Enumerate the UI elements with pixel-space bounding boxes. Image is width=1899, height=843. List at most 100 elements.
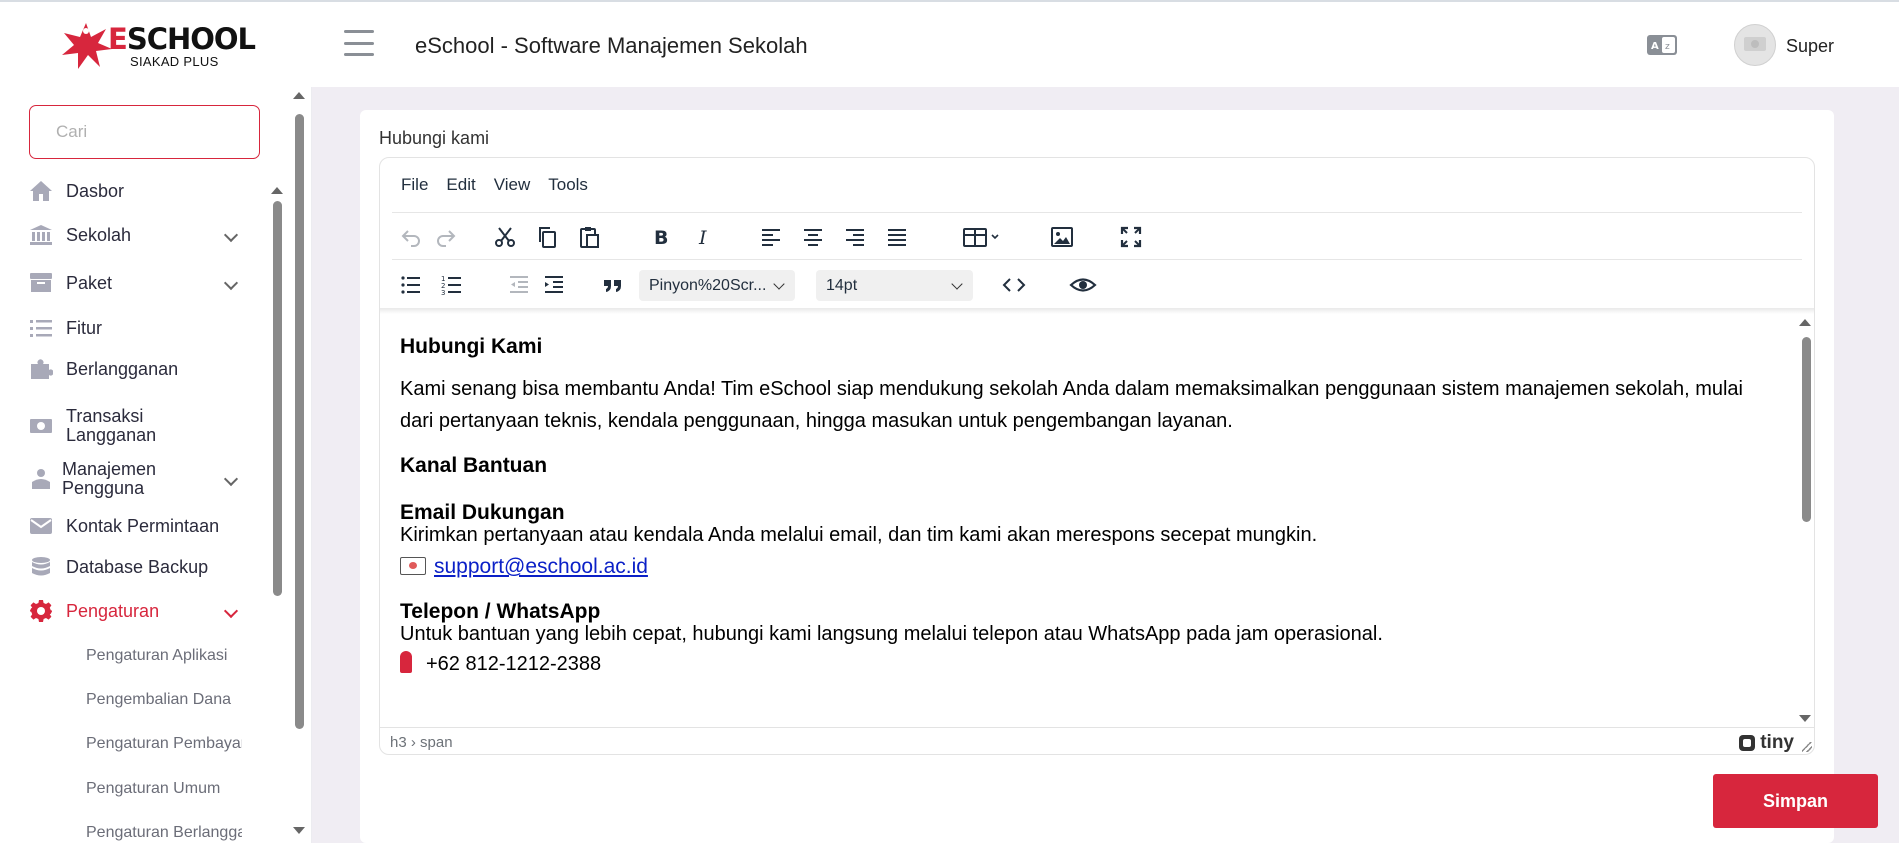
sidebar-menu-scrollbar[interactable] — [270, 187, 284, 707]
sidebar-subitem-pengaturan-umum[interactable]: Pengaturan Umum — [86, 780, 242, 798]
cut-icon[interactable] — [488, 222, 522, 252]
sidebar-item-label: Kontak Permintaan — [66, 515, 220, 536]
indent-icon[interactable] — [537, 270, 571, 300]
sidebar-item-paket[interactable]: Paket — [28, 271, 248, 295]
avatar[interactable] — [1734, 24, 1776, 66]
main-content: Hubungi kami File Edit View Tools B I 1 … — [312, 87, 1899, 843]
sidebar-item-label: Fitur — [66, 317, 102, 338]
content-email-line: support@eschool.ac.id — [400, 551, 1780, 583]
table-icon[interactable] — [958, 222, 1006, 252]
hamburger-menu-icon[interactable] — [344, 30, 374, 56]
sidebar-item-label: Database Backup — [66, 556, 209, 577]
sidebar-item-sekolah[interactable]: Sekolah — [28, 223, 248, 247]
content-heading-channels: Kanal Bantuan — [400, 454, 548, 477]
menu-edit[interactable]: Edit — [437, 175, 484, 195]
align-center-icon[interactable] — [796, 222, 830, 252]
sidebar-item-pengaturan[interactable]: Pengaturan — [28, 599, 248, 623]
tiny-logo[interactable]: tiny — [1739, 732, 1794, 754]
bullet-list-icon[interactable] — [394, 270, 428, 300]
fullscreen-icon[interactable] — [1114, 222, 1148, 252]
editor-menubar: File Edit View Tools — [392, 158, 1802, 213]
redo-icon[interactable] — [429, 222, 463, 252]
home-icon — [28, 179, 54, 203]
content-intro: Kami senang bisa membantu Anda! Tim eSch… — [400, 378, 1743, 432]
sidebar-scrollbar[interactable] — [292, 92, 306, 837]
sidebar-item-kontak-permintaan[interactable]: Kontak Permintaan — [28, 514, 248, 538]
sidebar-item-database-backup[interactable]: Database Backup — [28, 555, 248, 579]
menu-file[interactable]: File — [392, 175, 437, 195]
language-icon[interactable]: A z — [1646, 34, 1678, 56]
header: ESCHOOL SIAKAD PLUS eSchool - Software M… — [0, 2, 1899, 87]
sidebar-item-label: Manajemen Pengguna — [62, 459, 157, 498]
archive-icon — [28, 271, 54, 295]
support-email-link[interactable]: support@eschool.ac.id — [434, 555, 648, 578]
scrollbar-thumb[interactable] — [1802, 337, 1811, 522]
app-title: eSchool - Software Manajemen Sekolah — [415, 33, 808, 58]
chevron-down-icon — [773, 278, 785, 290]
scroll-down-arrow-icon[interactable] — [1799, 715, 1811, 722]
copy-icon[interactable] — [530, 222, 564, 252]
sidebar-item-transaksi-langganan[interactable]: Transaksi Langganan — [28, 407, 248, 445]
sidebar-item-label: Berlangganan — [66, 358, 179, 379]
sidebar-item-label: Sekolah — [66, 224, 132, 245]
rich-text-editor: File Edit View Tools B I 1 2 3 Pinyon%20… — [379, 157, 1815, 755]
sidebar-subitem-pengembalian-dana[interactable]: Pengembalian Dana — [86, 691, 242, 709]
font-family-select[interactable]: Pinyon%20Scr... — [639, 270, 795, 301]
bold-icon[interactable]: B — [644, 222, 678, 252]
italic-icon[interactable]: I — [686, 222, 720, 252]
editor-toolbar-row-1: B I — [392, 213, 1802, 260]
menu-tools[interactable]: Tools — [539, 175, 597, 195]
scroll-up-arrow-icon[interactable] — [271, 187, 283, 194]
resize-handle-icon[interactable] — [1802, 742, 1812, 752]
envelope-icon — [28, 514, 54, 538]
menu-view[interactable]: View — [485, 175, 540, 195]
editor-statusbar: h3 › span tiny — [380, 727, 1814, 754]
paste-icon[interactable] — [572, 222, 606, 252]
content-email-desc: Kirimkan pertanyaan atau kendala Anda me… — [400, 524, 1318, 546]
chevron-down-icon — [951, 278, 963, 290]
sidebar-subitem-pengaturan-pembayaran[interactable]: Pengaturan Pembayaran — [86, 735, 242, 753]
source-code-icon[interactable] — [997, 270, 1031, 300]
logo-mark-icon — [62, 23, 112, 69]
preview-eye-icon[interactable] — [1066, 270, 1100, 300]
sidebar-item-berlangganan[interactable]: Berlangganan — [28, 357, 248, 381]
element-path[interactable]: h3 › span — [390, 734, 453, 751]
svg-text:3: 3 — [441, 289, 445, 297]
font-size-select[interactable]: 14pt — [816, 270, 973, 301]
scrollbar-thumb[interactable] — [273, 201, 282, 596]
blockquote-icon[interactable] — [596, 270, 630, 300]
sidebar-item-manajemen-pengguna[interactable]: Manajemen Pengguna — [28, 460, 248, 498]
align-left-icon[interactable] — [754, 222, 788, 252]
save-button[interactable]: Simpan — [1713, 774, 1878, 828]
search-input[interactable] — [29, 105, 260, 159]
sidebar-item-label: Dasbor — [66, 180, 125, 201]
scroll-down-arrow-icon[interactable] — [293, 827, 305, 834]
editor-scrollbar[interactable] — [1798, 315, 1814, 727]
logo[interactable]: ESCHOOL SIAKAD PLUS — [58, 20, 258, 72]
sidebar-item-fitur[interactable]: Fitur — [28, 316, 248, 340]
numbered-list-icon[interactable]: 123 — [435, 270, 469, 300]
gear-icon — [28, 599, 54, 623]
undo-icon[interactable] — [394, 222, 428, 252]
svg-text:z: z — [1665, 42, 1670, 52]
editor-content[interactable]: Hubungi Kami Kami senang bisa membantu A… — [380, 315, 1795, 727]
list-icon — [28, 316, 54, 340]
align-right-icon[interactable] — [838, 222, 872, 252]
scroll-up-arrow-icon[interactable] — [1799, 319, 1811, 326]
outdent-icon[interactable] — [502, 270, 536, 300]
sidebar-subitem-pengaturan-aplikasi[interactable]: Pengaturan Aplikasi — [86, 647, 242, 665]
user-group-icon — [28, 467, 54, 491]
scroll-up-arrow-icon[interactable] — [293, 92, 305, 99]
user-name[interactable]: Super — [1786, 36, 1834, 57]
content-phone-line: +62 812-1212-2388 — [400, 648, 1780, 680]
sidebar-item-dasbor[interactable]: Dasbor — [28, 179, 248, 203]
align-justify-icon[interactable] — [880, 222, 914, 252]
image-icon[interactable] — [1045, 222, 1079, 252]
logo-tagline: SIAKAD PLUS — [130, 53, 219, 69]
envelope-icon — [400, 557, 426, 575]
sidebar-subitem-pengaturan-berlangganan[interactable]: Pengaturan Berlangganan — [86, 824, 242, 842]
field-label: Hubungi kami — [379, 128, 490, 148]
scrollbar-thumb[interactable] — [295, 114, 304, 729]
tiny-logo-icon — [1739, 735, 1756, 751]
settings-card: Hubungi kami File Edit View Tools B I 1 … — [360, 110, 1878, 843]
